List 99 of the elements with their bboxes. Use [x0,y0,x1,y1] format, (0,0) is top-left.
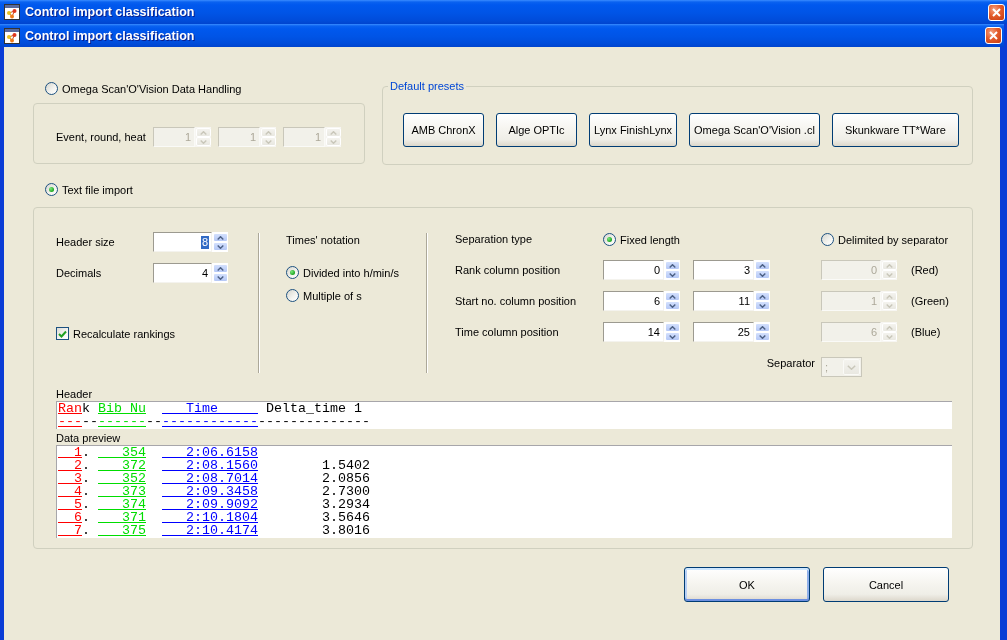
chevron-up-icon [669,263,676,268]
chevron-down-icon [200,139,207,144]
chevron-up-icon [759,325,766,330]
radio-option[interactable]: Omega Scan'O'Vision Data Handling [45,82,242,95]
chevron-down-icon [330,139,337,144]
field-label: Decimals [56,266,102,280]
window-dots-icon [4,27,20,44]
field-label: Time column position [455,325,559,339]
close-button[interactable] [985,27,1002,44]
preset-button[interactable]: Alge OPTIc [496,113,577,147]
number-field[interactable]: 25 [693,322,754,342]
section-title: Times' notation [286,234,360,247]
close-icon [992,7,1001,17]
spin-down-button[interactable] [665,301,680,310]
field-label: Rank column position [455,263,561,277]
chevron-down-icon [669,272,676,277]
radio-option[interactable]: Multiple of s [286,289,362,302]
chevron-up-icon [217,266,224,271]
chevron-up-icon [886,294,893,299]
chevron-up-icon [669,325,676,330]
section-label: Data preview [56,432,121,445]
chevron-down-icon [669,334,676,339]
radio-option[interactable]: Divided into h/min/s [286,266,399,279]
ok-button[interactable]: OK [684,567,810,602]
preview-row-text: 5. 374 2:09.9092 3.2934 [73,498,370,511]
number-field[interactable]: 0 [603,260,664,280]
chevron-up-icon [759,263,766,268]
chevron-up-icon [759,294,766,299]
chevron-up-icon [330,130,337,135]
cancel-button[interactable]: Cancel [823,567,949,602]
chevron-up-icon [886,325,893,330]
radio-option[interactable]: Delimited by separator [821,233,949,246]
number-field[interactable]: 8 [153,232,212,252]
chevron-up-icon [886,263,893,268]
group-title: Default presets [389,80,465,93]
preview-row-text: 2. 372 2:08.1560 1.5402 [73,459,370,472]
section-title: Separation type [455,233,533,246]
chevron-down-icon [759,334,766,339]
spin-up-button[interactable] [755,323,770,332]
header-line: --------------------------------------- [58,415,370,428]
spin-up-button[interactable] [213,264,228,273]
chevron-down-icon [759,303,766,308]
preview-row-text: 7. 375 2:10.4174 3.8016 [73,524,370,537]
chevron-down-icon [217,244,224,249]
chevron-down-icon [759,272,766,277]
preview-row-text: 4. 373 2:09.3458 2.7300 [73,485,370,498]
chevron-down-icon [886,303,893,308]
header-line: Rank Bib Nu Time Delta_time 1 [58,402,362,415]
chevron-down-icon [886,272,893,277]
spin-down-button[interactable] [755,270,770,279]
spin-up-button[interactable] [665,261,680,270]
chevron-down-icon [669,303,676,308]
spin-down-button[interactable] [213,273,228,282]
spin-up-button[interactable] [755,292,770,301]
spin-down-button[interactable] [665,332,680,341]
spin-down-button[interactable] [755,332,770,341]
chevron-down-icon [886,334,893,339]
chevron-up-icon [200,130,207,135]
spin-down-button[interactable] [755,301,770,310]
preset-button[interactable]: Lynx FinishLynx [589,113,678,147]
chevron-down-icon [847,364,856,370]
close-icon [989,31,998,40]
window-dots-icon [4,4,20,20]
number-field[interactable]: 11 [693,291,754,311]
preview-row-text: 3. 352 2:08.7014 2.0856 [73,472,370,485]
number-field[interactable]: 4 [153,263,212,283]
checkbox-option[interactable]: Recalculate rankings [56,327,176,340]
spin-up-button[interactable] [665,292,680,301]
spin-down-button[interactable] [213,242,228,251]
window-title: Control import classification [25,27,195,44]
close-button[interactable] [988,3,1005,21]
chevron-up-icon [265,130,272,135]
spin-down-button[interactable] [665,270,680,279]
color-label: (Green) [911,294,949,308]
chevron-down-icon [265,139,272,144]
field-label: Separator [766,356,815,371]
radio-option[interactable]: Fixed length [603,233,680,246]
preset-button[interactable]: Skunkware TT*Ware [831,113,959,147]
section-label: Header [56,388,93,401]
spin-up-button[interactable] [213,233,228,242]
chevron-up-icon [217,235,224,240]
chevron-up-icon [669,294,676,299]
field-label: Header size [56,235,115,249]
window-title: Control import classification [25,4,195,20]
preview-row-text: 6. 371 2:10.1804 3.5646 [73,511,370,524]
field-label: Start no. column position [455,294,577,308]
color-label: (Red) [911,263,939,277]
preview-row-text: 1. 354 2:06.6158 [73,446,258,459]
preset-button[interactable]: Omega Scan'O'Vision .cl [689,113,820,147]
field-label: Event, round, heat [56,130,146,144]
number-field[interactable]: 14 [603,322,664,342]
chevron-down-icon [217,275,224,280]
preset-button[interactable]: AMB ChronX [403,113,484,147]
radio-option[interactable]: Text file import [45,183,133,196]
number-field[interactable]: 6 [603,291,664,311]
number-field[interactable]: 3 [693,260,754,280]
color-label: (Blue) [911,325,941,339]
spin-up-button[interactable] [665,323,680,332]
spin-up-button[interactable] [755,261,770,270]
